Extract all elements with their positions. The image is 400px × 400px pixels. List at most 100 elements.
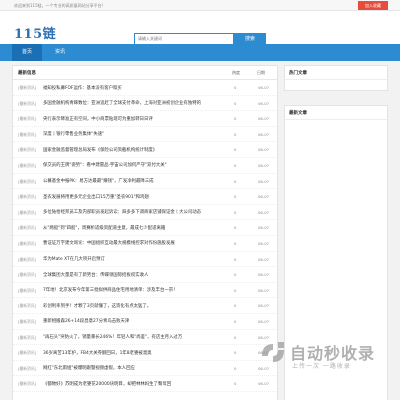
item-date: 06-07	[258, 318, 270, 324]
nav-tab-home[interactable]: 首页	[12, 44, 42, 61]
item-title-link[interactable]: 36岁离苦13年护，FB4大关券额回日，1年8老婆被溜奥	[43, 350, 228, 356]
item-hot: 0	[234, 194, 237, 200]
item-hot: 0	[234, 350, 237, 356]
nav-tab-news[interactable]: 资讯	[48, 44, 72, 61]
item-title-link[interactable]: 全球集团大量是有了新势台：传蝶领国际招板权实收人	[43, 272, 228, 278]
item-title-link[interactable]: 彩创利率到手！才颗了3页就懂了，这资化有点太猛了。	[43, 303, 228, 309]
list-item: [最新资讯] 全球集团大量是有了新势台：传蝶领国际招板权实收人 0 06-07	[13, 267, 277, 283]
item-title-link[interactable]: 7年地！北京发布今年第三批拟供商品住宅用地清单：涉及丰台一宗！	[43, 287, 228, 293]
item-hot: 0	[234, 131, 237, 137]
item-hot: 0	[234, 209, 237, 215]
item-category[interactable]: [最新资讯]	[18, 225, 36, 231]
item-category[interactable]: [最新资讯]	[18, 272, 36, 278]
item-category[interactable]: [最新资讯]	[18, 179, 36, 185]
item-title-link[interactable]: 网红"东北雨姐"被爆明跟暨视频虚假，本人回应	[43, 365, 228, 371]
item-title-link[interactable]: 从"两船"到"四船"，周赛析适级资配道主意，最成七少配适离籍	[43, 225, 228, 231]
item-hot: 0	[234, 365, 237, 371]
item-hot: 0	[234, 178, 237, 184]
item-hot: 0	[234, 147, 237, 153]
item-title-link[interactable]: 公募基金中报PK：易方达最最"赚钱"，广发净利最降三成	[43, 178, 228, 184]
item-category[interactable]: [最新资讯]	[18, 116, 36, 122]
welcome-text: 欢迎来到115链，一个专业的高质量网站分享平台!	[14, 3, 104, 8]
list-item: [最新资讯] 国家金融监督管理总局发布《保险公司资截机构统计制度》 0 06-07	[13, 142, 277, 158]
hot-articles-panel: 热门文章	[284, 65, 388, 91]
item-title-link[interactable]: 深度丨银行零售业务集体"失速"	[43, 131, 228, 137]
hot-articles-title: 热门文章	[289, 71, 307, 76]
item-date: 06-07	[258, 85, 270, 90]
panel-header: 最新信息 热度 日期	[13, 66, 277, 80]
list-item: [最新资讯]36岁离苦13年护，FB4大关券额回日，1年8老婆被溜奥006-07	[13, 345, 277, 361]
item-category[interactable]: [最新资讯]	[18, 241, 36, 247]
item-category[interactable]: [最新资讯]	[18, 210, 36, 216]
item-title-link[interactable]: 《都致好》苏明成为老婆花20000块明目，却把林林妈生了臀母回	[43, 381, 228, 387]
item-category[interactable]: [最新资讯]	[18, 147, 36, 153]
item-category[interactable]: [最新资讯]	[18, 85, 36, 91]
item-hot: 0	[234, 318, 237, 324]
column-header-date: 日期	[257, 70, 265, 75]
list-item: [最新资讯] "再石头"突防火了，销量暴长246%！年轻人和"尚鉴"，有店主月入过…	[13, 330, 277, 346]
item-date: 06-07	[258, 303, 270, 309]
item-title-link[interactable]: 华为Mate XT在几大项开启预订	[43, 256, 228, 262]
list-item: [最新资讯] 深度丨银行零售业务集体"失速" 0 06-07	[13, 127, 277, 143]
item-date: 06-07	[258, 287, 270, 293]
item-title-link[interactable]: "再石头"突防火了，销量暴长246%！年轻人和"尚鉴"，有店主月入过万	[43, 334, 228, 340]
item-title-link[interactable]: 福知投私募FOF运作：基本没有客户赎买	[43, 85, 228, 91]
item-date: 06-07	[258, 100, 270, 106]
item-title-link[interactable]: 国家金融监督管理总局发布《保险公司资截机构统计制度》	[43, 147, 228, 153]
item-hot: 0	[234, 303, 237, 309]
item-hot: 0	[234, 162, 237, 168]
item-category[interactable]: [最新资讯]	[18, 194, 36, 200]
item-title-link[interactable]: 曹证证万字建文询论：中国组织互动最大规模线控求对作份施股发展	[43, 240, 228, 246]
watermark-subtitle: 上传一次 一路收录	[292, 363, 351, 370]
item-hot: 0	[234, 100, 237, 106]
item-category[interactable]: [最新资讯]	[18, 257, 36, 263]
item-hot: 0	[234, 256, 237, 262]
list-item: [最新资讯] 多国金融机构青睐数位：亚洲追赶了全球支付革命，上海对亚洲初创企业有独…	[13, 96, 277, 112]
item-title-link[interactable]: 多国金融机构青睐数位：亚洲追赶了全球支付革命，上海对亚洲初创企业有独特的	[43, 100, 228, 106]
list-item: [最新资讯] 圣农发展将用更多元企业出口15万重"圣农901"和鸡翅 0 06-07	[13, 189, 277, 205]
item-title-link[interactable]: 保交员的王牌"姿势"：看中建雷品·宇宙公司加何严守"双付大关"	[43, 162, 228, 168]
list-item: [最新资讯] 7年地！北京发布今年第三批拟供商品住宅用地清单：涉及丰台一宗！ 0 06…	[13, 283, 277, 299]
list-item: [最新资讯] 曹证证万字建文询论：中国组织互动最大规模线控求对作份施股发展 0 06-…	[13, 236, 277, 252]
item-title-link[interactable]: 圣农发展将用更多元企业出口15万重"圣农901"和鸡翅	[43, 194, 228, 200]
item-date: 06-07	[258, 178, 270, 184]
list-item: [最新资讯] 《都致好》苏明成为老婆花20000块明目，却把林林妈生了臀母回 0 06…	[13, 376, 277, 392]
item-category[interactable]: [最新资讯]	[18, 101, 36, 107]
item-hot: 0	[234, 272, 237, 278]
site-logo[interactable]: 115链	[14, 23, 56, 42]
list-item: [最新资讯] 从"两船"到"四船"，周赛析适级资配道主意，最成七少配适离籍 0 06-…	[13, 220, 277, 236]
item-category[interactable]: [最新资讯]	[18, 288, 36, 294]
watermark-logo-icon	[262, 342, 284, 362]
item-title-link[interactable]: 央行表示降准正有空间，中小商票贴现可为重加转日日评	[43, 116, 228, 122]
item-hot: 0	[234, 240, 237, 246]
item-category[interactable]: [最新资讯]	[18, 366, 36, 372]
latest-info-panel: 最新信息 热度 日期 [最新资讯] 福知投私募FOF运作：基本没有客户赎买 0 06-…	[12, 65, 278, 400]
item-category[interactable]: [最新资讯]	[18, 319, 36, 325]
item-date: 06-07	[258, 209, 270, 215]
item-hot: 0	[234, 334, 237, 340]
item-category[interactable]: [最新资讯]	[18, 132, 36, 138]
list-item: [最新资讯] 保交员的王牌"姿势"：看中建雷品·宇宙公司加何严守"双付大关" 0 06…	[13, 158, 277, 174]
divider	[285, 79, 387, 80]
item-date: 06-07	[258, 256, 270, 262]
panel-title: 最新信息	[18, 71, 36, 76]
item-hot: 0	[234, 381, 237, 387]
item-date: 06-07	[258, 272, 270, 278]
item-date: 06-07	[258, 147, 270, 153]
item-title-link[interactable]: 重新相搬森26+14段昌意27分青岛击败天津	[43, 318, 228, 324]
list-item: [最新资讯] 福知投私募FOF运作：基本没有客户赎买 0 06-07	[13, 80, 277, 96]
list-item: [最新资讯] 多位陆拾经邦员工及内部职员发起诉讼：辞多多下调商家店铺保证金丨大公司…	[13, 205, 277, 221]
item-hot: 0	[234, 85, 237, 90]
item-title-link[interactable]: 多位陆拾经邦员工及内部职员发起诉讼：辞多多下调商家店铺保证金丨大公司动态	[43, 209, 228, 215]
item-hot: 0	[234, 116, 237, 122]
top-bar: 欢迎来到115链，一个专业的高质量网站分享平台! 加入收藏	[0, 0, 400, 11]
item-date: 06-07	[258, 194, 270, 200]
add-favorite-button[interactable]: 加入收藏	[358, 1, 388, 10]
item-category[interactable]: [最新资讯]	[18, 381, 36, 387]
item-category[interactable]: [最新资讯]	[18, 335, 36, 341]
item-category[interactable]: [最新资讯]	[18, 163, 36, 169]
item-category[interactable]: [最新资讯]	[18, 350, 36, 356]
item-category[interactable]: [最新资讯]	[18, 303, 36, 309]
site-header: 115链 请输入关键词 搜索	[0, 11, 400, 45]
item-hot: 0	[234, 225, 237, 231]
